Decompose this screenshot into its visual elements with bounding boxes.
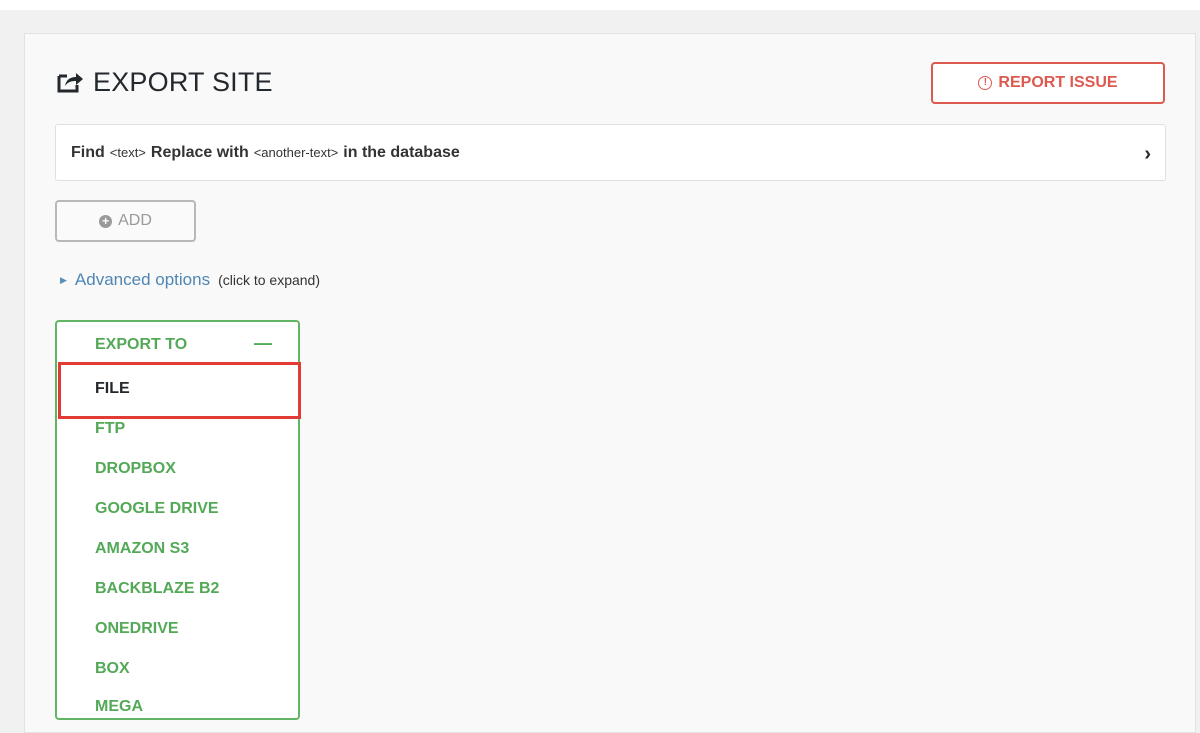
page-header: EXPORT SITE	[55, 62, 273, 102]
export-share-icon	[55, 70, 85, 94]
triangle-right-icon: ▶	[60, 274, 67, 285]
alert-circle-icon: !	[978, 76, 993, 90]
replace-label: Replace with	[150, 143, 249, 161]
advanced-options-hint: (click to expand)	[218, 272, 321, 288]
plus-circle-icon: +	[99, 214, 113, 228]
export-option-dropbox[interactable]: DROPBOX	[95, 460, 176, 478]
page-title: EXPORT SITE	[93, 66, 273, 97]
find-replace-row[interactable]: Find <text> Replace with <another-text> …	[55, 124, 1166, 181]
advanced-options-link[interactable]: Advanced options	[75, 270, 210, 290]
export-option-box[interactable]: BOX	[95, 660, 130, 678]
collapse-minus-icon[interactable]: —	[254, 333, 272, 354]
chevron-right-icon[interactable]: ›	[1144, 143, 1151, 166]
export-option-amazon-s3[interactable]: AMAZON S3	[95, 540, 189, 558]
export-option-ftp[interactable]: FTP	[95, 420, 125, 438]
find-replace-suffix: in the database	[343, 143, 460, 161]
report-issue-label: REPORT ISSUE	[998, 74, 1118, 91]
add-button[interactable]: + ADD	[55, 200, 196, 242]
replace-placeholder: <another-text>	[253, 145, 339, 160]
export-option-google-drive[interactable]: GOOGLE DRIVE	[95, 500, 219, 518]
find-placeholder: <text>	[109, 145, 146, 160]
export-option-file[interactable]: FILE	[95, 380, 130, 398]
find-label: Find	[71, 143, 105, 161]
report-issue-button[interactable]: ! REPORT ISSUE	[931, 62, 1165, 104]
export-to-header: EXPORT TO	[95, 336, 188, 353]
add-label: ADD	[118, 212, 152, 229]
export-option-onedrive[interactable]: ONEDRIVE	[95, 620, 179, 638]
export-to-menu: EXPORT TO — FILE FTP DROPBOX GOOGLE DRIV…	[55, 320, 300, 720]
export-option-backblaze-b2[interactable]: BACKBLAZE B2	[95, 580, 219, 598]
advanced-options-row[interactable]: ▶ Advanced options (click to expand)	[60, 270, 320, 290]
top-strip	[0, 0, 1200, 10]
